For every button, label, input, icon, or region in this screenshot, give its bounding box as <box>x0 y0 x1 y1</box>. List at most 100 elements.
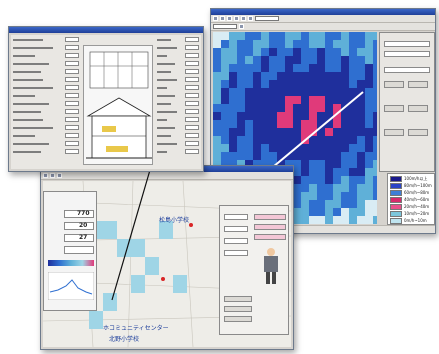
rain-cell <box>349 40 357 48</box>
rain-cell <box>325 128 333 136</box>
form-row-field[interactable] <box>65 85 79 90</box>
form-field-2[interactable] <box>224 226 248 232</box>
open-icon[interactable] <box>43 173 48 178</box>
rain-cell <box>357 208 365 216</box>
print-icon[interactable] <box>248 16 253 21</box>
rain-cell <box>293 40 301 48</box>
pan-icon[interactable] <box>241 16 246 21</box>
form-row-field[interactable] <box>65 69 79 74</box>
form-row <box>157 85 199 91</box>
control-field-2[interactable] <box>384 51 430 57</box>
form-row-field[interactable] <box>65 141 79 146</box>
control-button-4[interactable] <box>408 105 428 112</box>
form-row-field[interactable] <box>65 125 79 130</box>
form-row-field[interactable] <box>185 101 199 106</box>
zoom-in-icon[interactable] <box>227 16 232 21</box>
form-row-field[interactable] <box>65 77 79 82</box>
form-row <box>157 101 199 107</box>
rain-cell <box>213 64 221 72</box>
rain-cell <box>245 144 253 152</box>
form-field-1[interactable] <box>224 214 248 220</box>
rain-cell <box>325 168 333 176</box>
location-marker[interactable] <box>189 223 193 227</box>
form-button-bottom-3[interactable] <box>224 316 252 322</box>
form-row-field[interactable] <box>65 93 79 98</box>
control-button-1[interactable] <box>384 81 404 88</box>
open-icon[interactable] <box>213 16 218 21</box>
control-field-1[interactable] <box>384 41 430 47</box>
form-row-label <box>13 151 41 153</box>
form-button-bottom-2[interactable] <box>224 306 252 312</box>
control-button-5[interactable] <box>384 129 404 136</box>
legend-row: 80m/h~100m <box>390 182 432 189</box>
form-row-field[interactable] <box>65 45 79 50</box>
play-icon[interactable] <box>239 24 244 29</box>
save-icon[interactable] <box>220 16 225 21</box>
form-row-field[interactable] <box>65 101 79 106</box>
zoom-icon[interactable] <box>57 173 62 178</box>
location-marker[interactable] <box>161 277 165 281</box>
legend-label: 100m/h以上 <box>404 175 428 181</box>
form-row-field[interactable] <box>185 149 199 154</box>
form-row-field[interactable] <box>185 85 199 90</box>
rain-cell <box>325 176 333 184</box>
control-field-3[interactable] <box>384 67 430 73</box>
rain-cell <box>309 160 317 168</box>
rain-cell <box>365 56 373 64</box>
value-label-1: 770 <box>77 210 90 217</box>
form-row-field[interactable] <box>185 125 199 130</box>
rain-cell <box>365 136 373 144</box>
form-row-field[interactable] <box>185 45 199 50</box>
rain-cell <box>333 64 341 72</box>
layer-select[interactable] <box>255 16 279 21</box>
rain-cell <box>357 160 365 168</box>
form-row-field[interactable] <box>65 149 79 154</box>
form-row-field[interactable] <box>65 53 79 58</box>
pink-button-3[interactable] <box>254 234 286 240</box>
town-map[interactable]: 770 20 27 松島小学校 ホコミュニティセンター 北野小学校 <box>43 181 291 347</box>
form-row-field[interactable] <box>185 61 199 66</box>
legend-swatch <box>390 189 402 196</box>
form-row-field[interactable] <box>185 133 199 138</box>
rain-cell <box>309 120 317 128</box>
form-row-field[interactable] <box>185 37 199 42</box>
form-row-field[interactable] <box>65 109 79 114</box>
pink-button-1[interactable] <box>254 214 286 220</box>
color-scale-bar <box>48 260 94 266</box>
form-row-label <box>13 135 35 137</box>
form-row-field[interactable] <box>65 37 79 42</box>
rain-cell <box>269 40 277 48</box>
control-button-2[interactable] <box>408 81 428 88</box>
form-row-field[interactable] <box>65 61 79 66</box>
form-row-field[interactable] <box>185 117 199 122</box>
house-right-form <box>157 37 199 165</box>
rain-cell <box>341 56 349 64</box>
pink-button-2[interactable] <box>254 224 286 230</box>
form-field-4[interactable] <box>224 250 248 256</box>
save-icon[interactable] <box>50 173 55 178</box>
form-row-field[interactable] <box>185 93 199 98</box>
form-row-field[interactable] <box>185 69 199 74</box>
form-field-3[interactable] <box>224 238 248 244</box>
rain-cell <box>301 88 309 96</box>
zoom-out-icon[interactable] <box>234 16 239 21</box>
rain-cell <box>277 88 285 96</box>
rain-cell <box>301 32 309 40</box>
rain-cell <box>317 136 325 144</box>
form-row-field[interactable] <box>185 109 199 114</box>
form-row-field[interactable] <box>65 117 79 122</box>
form-row-field[interactable] <box>65 133 79 138</box>
date-select[interactable] <box>213 24 237 29</box>
rain-cell <box>237 56 245 64</box>
form-row-field[interactable] <box>185 141 199 146</box>
control-button-6[interactable] <box>408 129 428 136</box>
rain-cell <box>213 56 221 64</box>
form-row <box>157 133 199 139</box>
form-row-field[interactable] <box>185 77 199 82</box>
rain-cell <box>293 96 301 104</box>
control-button-3[interactable] <box>384 105 404 112</box>
form-row-field[interactable] <box>185 53 199 58</box>
rain-cell <box>269 96 277 104</box>
form-button-bottom-1[interactable] <box>224 296 252 302</box>
rain-cell <box>333 184 341 192</box>
